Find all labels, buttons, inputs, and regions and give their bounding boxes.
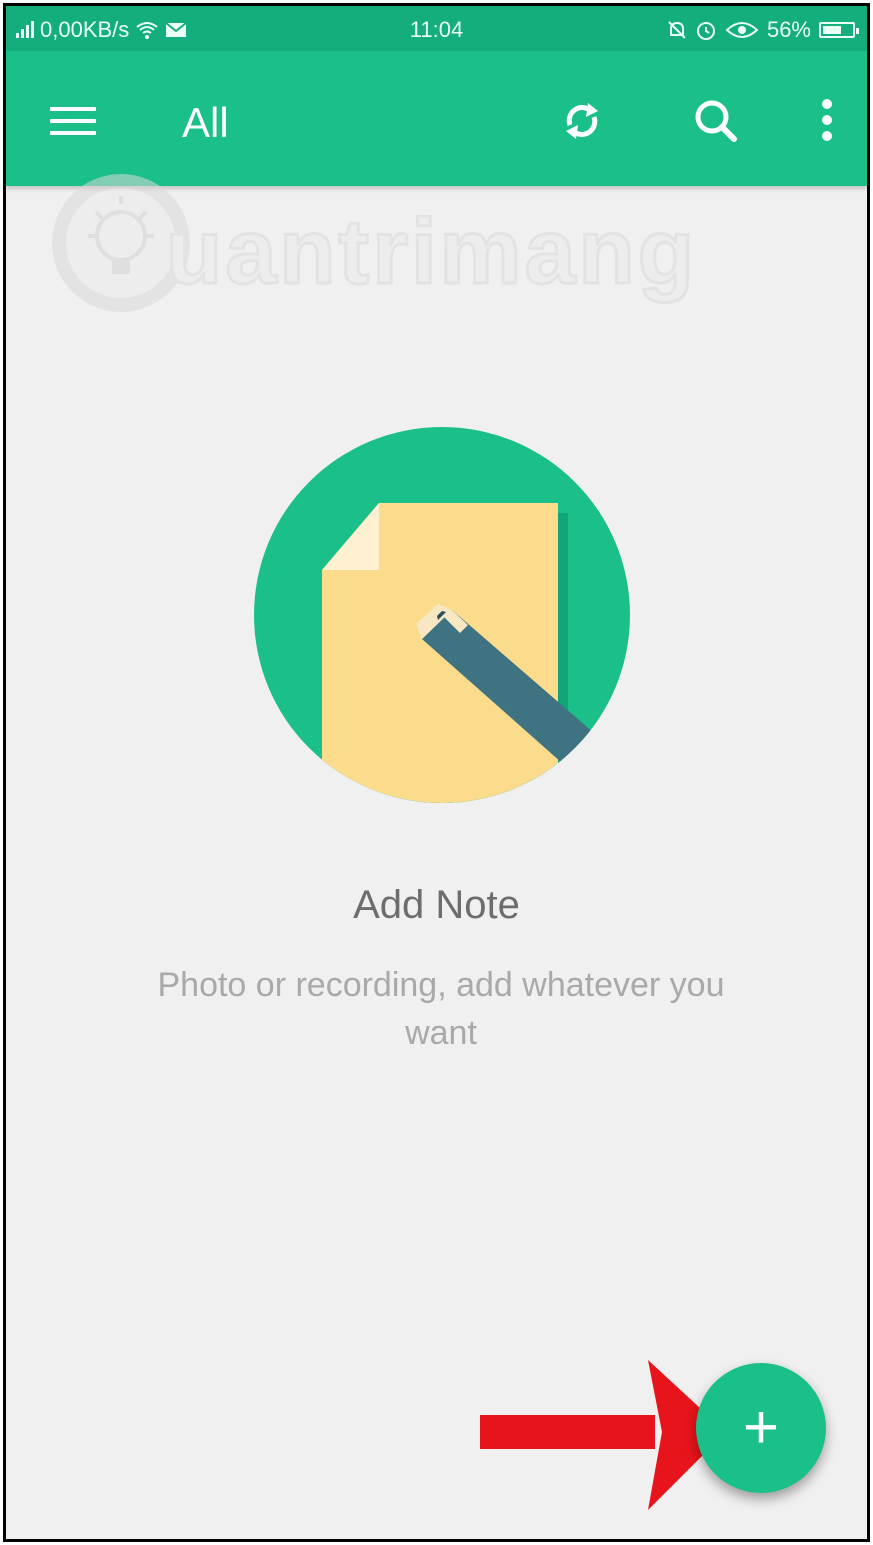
alarm-icon: [696, 22, 715, 40]
more-vert-icon: [822, 99, 832, 141]
menu-button[interactable]: [50, 101, 100, 137]
empty-state-subtitle: Photo or recording, add whatever you wan…: [157, 966, 725, 1052]
sync-button[interactable]: [556, 95, 608, 147]
add-note-fab[interactable]: +: [696, 1363, 826, 1493]
page-title: All: [182, 99, 229, 146]
status-bar: 0,00KB/s 11:04 56%: [6, 6, 867, 51]
app-screen: 0,00KB/s 11:04 56% All uantrimang Add No…: [3, 3, 870, 1542]
add-icon: +: [742, 1393, 780, 1462]
search-button[interactable]: [690, 95, 742, 147]
watermark-text: uantrimang: [165, 200, 697, 305]
watermark: uantrimang: [46, 158, 786, 338]
eye-icon: [725, 22, 759, 38]
sync-icon: [566, 103, 598, 139]
search-icon: [695, 100, 737, 142]
note-pencil-illustration: [254, 427, 630, 803]
bell-off-icon: [668, 21, 686, 39]
battery-percent: 56%: [766, 17, 811, 42]
status-right: 56%: [667, 17, 859, 43]
more-button[interactable]: [812, 95, 842, 147]
red-arrow-icon: [480, 1360, 726, 1510]
empty-state-title: Add Note: [353, 883, 520, 927]
battery-icon: [819, 22, 859, 38]
